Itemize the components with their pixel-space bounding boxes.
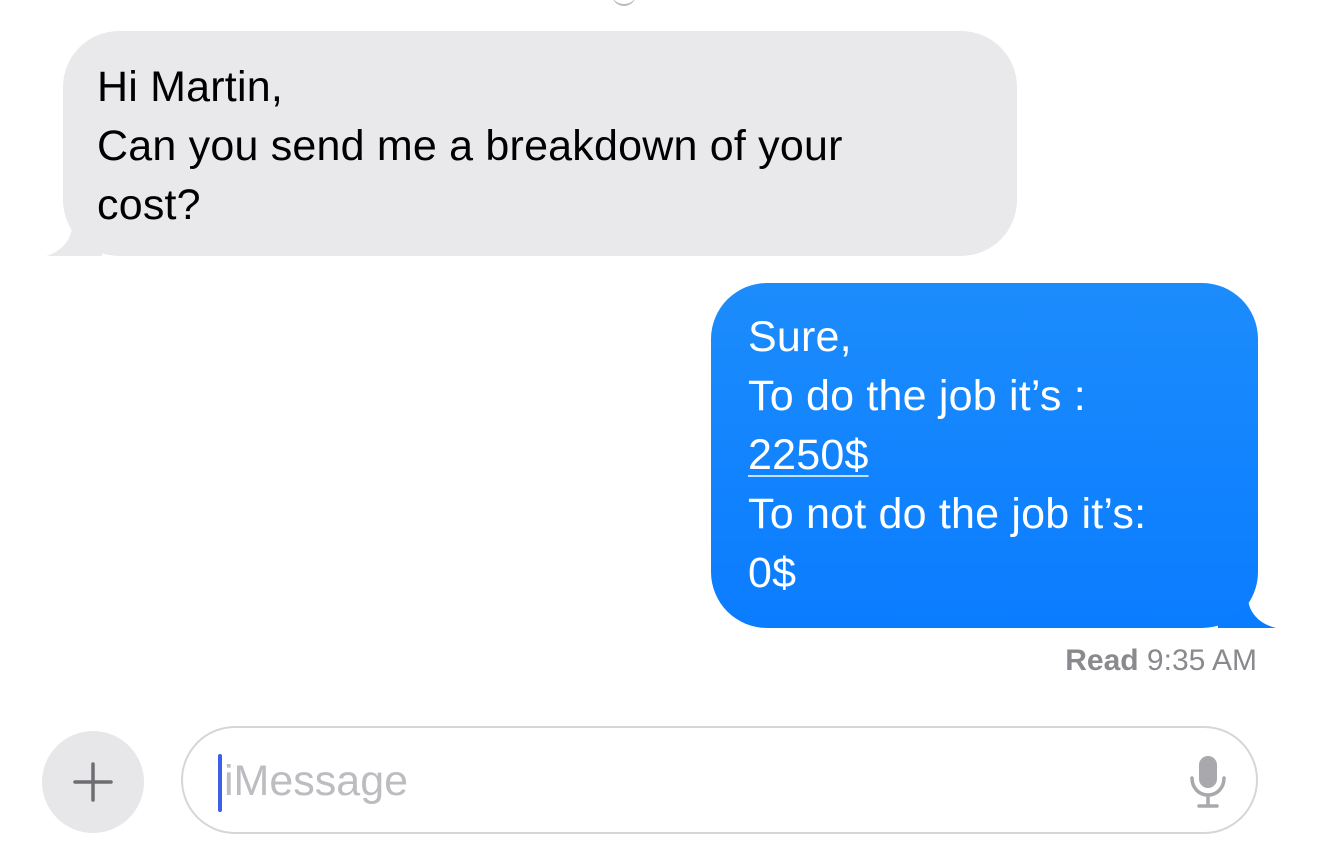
message-input[interactable]: iMessage: [181, 726, 1258, 834]
outgoing-message-line: Sure,: [748, 313, 852, 361]
incoming-message-bubble[interactable]: Hi Martin, Can you send me a breakdown o…: [63, 31, 1017, 256]
add-attachment-button[interactable]: [42, 731, 144, 833]
microphone-icon[interactable]: [1188, 754, 1228, 810]
read-receipt: Read 9:35 AM: [1065, 644, 1257, 678]
incoming-message-line: cost?: [97, 181, 201, 229]
read-time: 9:35 AM: [1146, 644, 1257, 677]
outgoing-message-line: 0$: [748, 549, 797, 597]
text-caret: [218, 754, 222, 812]
read-status: Read: [1065, 644, 1139, 677]
incoming-message-line: Hi Martin,: [97, 63, 283, 111]
outgoing-message-line: To do the job it’s :: [748, 372, 1086, 420]
message-placeholder: iMessage: [224, 757, 409, 805]
messages-screen: Hi Martin, Can you send me a breakdown o…: [0, 0, 1320, 862]
status-sliver: [612, 0, 636, 6]
outgoing-message-bubble[interactable]: Sure, To do the job it’s : 2250$ To not …: [711, 283, 1258, 628]
price-link[interactable]: 2250$: [748, 431, 869, 479]
outgoing-message-line: To not do the job it’s:: [748, 490, 1147, 538]
incoming-message-line: Can you send me a breakdown of your: [97, 122, 843, 170]
plus-icon: [73, 762, 113, 802]
